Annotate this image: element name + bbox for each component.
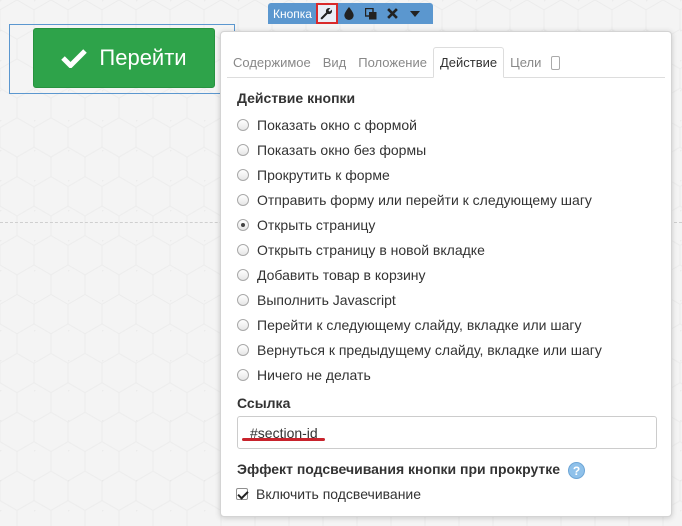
caret-down-icon[interactable] [404,3,426,24]
option-label: Показать окно с формой [257,116,417,133]
element-toolbar: Кнопка [268,3,433,24]
radio-button-selected[interactable] [237,218,249,231]
option-label: Ничего не делать [257,366,371,383]
toolbar-label: Кнопка [273,6,312,21]
link-annotation-underline [242,438,325,441]
option-label: Открыть страницу [257,216,376,233]
action-option-next-slide[interactable]: Перейти к следующему слайду, вкладке или… [237,312,602,337]
option-label: Отправить форму или перейти к следующему… [257,191,592,208]
radio-button[interactable] [237,268,249,281]
go-button[interactable]: Перейти [33,28,215,88]
copy-icon[interactable] [360,3,382,24]
action-section-title: Действие кнопки [237,90,356,106]
tab-view[interactable]: Вид [317,47,353,77]
action-option-do-nothing[interactable]: Ничего не делать [237,362,602,387]
drop-icon[interactable] [338,3,360,24]
checkmark-icon [61,48,88,68]
tab-goals[interactable]: Цели [504,47,547,77]
more-tabs-icon[interactable] [551,56,561,70]
radio-button[interactable] [237,368,249,381]
radio-button[interactable] [237,318,249,331]
radio-button[interactable] [237,343,249,356]
action-option-previous-slide[interactable]: Вернуться к предыдущему слайду, вкладке … [237,337,602,362]
action-option-open-page-new-tab[interactable]: Открыть страницу в новой вкладке [237,237,602,262]
radio-button[interactable] [237,118,249,131]
action-option-scroll-to-form[interactable]: Прокрутить к форме [237,162,602,187]
radio-button[interactable] [237,143,249,156]
option-label: Показать окно без формы [257,141,427,158]
help-icon[interactable]: ? [568,462,585,479]
radio-button[interactable] [237,193,249,206]
tab-action[interactable]: Действие [432,47,505,78]
link-section-title: Ссылка [237,395,291,411]
action-option-add-to-cart[interactable]: Добавить товар в корзину [237,262,602,287]
action-option-show-popup-no-form[interactable]: Показать окно без формы [237,137,602,162]
action-radio-group: Показать окно с формой Показать окно без… [237,112,602,387]
settings-tabs: Содержимое Вид Положение Действие Цели [227,47,665,78]
action-option-open-page[interactable]: Открыть страницу [237,212,602,237]
radio-button[interactable] [237,243,249,256]
highlight-checkbox[interactable] [236,488,248,500]
option-label: Открыть страницу в новой вкладке [257,241,485,258]
option-label: Выполнить Javascript [257,291,396,308]
action-option-submit-or-next-step[interactable]: Отправить форму или перейти к следующему… [237,187,602,212]
button-settings-panel: Содержимое Вид Положение Действие Цели Д… [220,31,672,517]
link-input[interactable]: #section-id [237,416,657,449]
action-option-show-form-popup[interactable]: Показать окно с формой [237,112,602,137]
option-label: Вернуться к предыдущему слайду, вкладке … [257,341,602,358]
wrench-icon[interactable] [315,3,338,24]
tab-position[interactable]: Положение [352,47,433,77]
highlight-section-title: Эффект подсвечивания кнопки при прокрутк… [237,461,561,477]
option-label: Прокрутить к форме [257,166,390,183]
option-label: Добавить товар в корзину [257,266,426,283]
radio-button[interactable] [237,293,249,306]
go-button-label: Перейти [99,45,187,70]
radio-button[interactable] [237,168,249,181]
close-icon[interactable] [382,3,404,24]
highlight-checkbox-row[interactable]: Включить подсвечивание [236,486,421,502]
tab-content[interactable]: Содержимое [227,47,317,77]
option-label: Перейти к следующему слайду, вкладке или… [257,316,582,333]
action-option-run-javascript[interactable]: Выполнить Javascript [237,287,602,312]
highlight-checkbox-label: Включить подсвечивание [256,486,422,502]
